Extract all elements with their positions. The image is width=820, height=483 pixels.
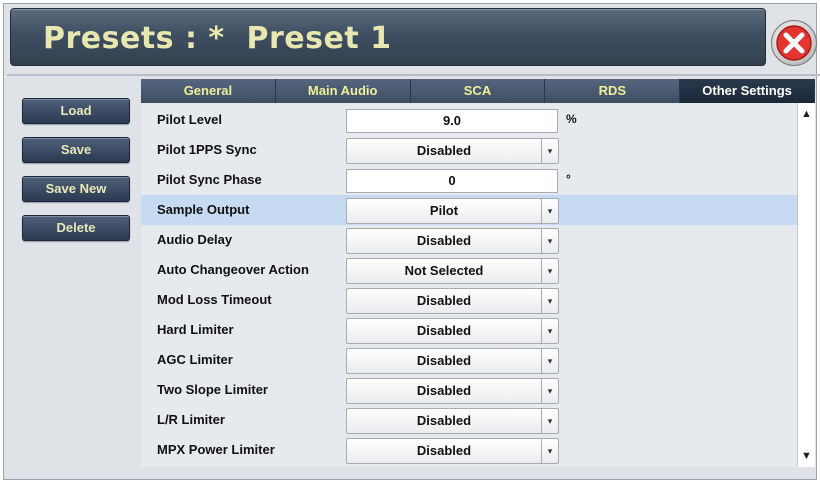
load-button[interactable]: Load (22, 98, 130, 124)
chevron-down-icon: ▾ (541, 409, 558, 433)
save-new-button[interactable]: Save New (22, 176, 130, 202)
row-pilot-sync-phase: Pilot Sync Phase 0 ° (141, 165, 797, 195)
tab-sca[interactable]: SCA (410, 79, 546, 103)
agc-limiter-select[interactable]: Disabled ▾ (346, 348, 559, 374)
select-value: Disabled (416, 413, 472, 428)
row-agc-limiter: AGC Limiter Disabled ▾ (141, 345, 797, 375)
row-label: MPX Power Limiter (157, 442, 275, 457)
chevron-down-icon: ▾ (541, 289, 558, 313)
scroll-up-icon[interactable]: ▲ (798, 105, 815, 123)
pilot-1pps-sync-select[interactable]: Disabled ▾ (346, 138, 559, 164)
row-mod-loss-timeout: Mod Loss Timeout Disabled ▾ (141, 285, 797, 315)
row-pilot-1pps-sync: Pilot 1PPS Sync Disabled ▾ (141, 135, 797, 165)
row-hard-limiter: Hard Limiter Disabled ▾ (141, 315, 797, 345)
row-label: Pilot Level (157, 112, 223, 127)
save-button[interactable]: Save (22, 137, 130, 163)
chevron-down-icon: ▾ (541, 439, 558, 463)
select-value: Disabled (416, 353, 472, 368)
tab-rds[interactable]: RDS (545, 79, 681, 103)
chevron-down-icon: ▾ (541, 229, 558, 253)
select-value: Pilot (429, 203, 459, 218)
unit-label: ° (566, 172, 571, 186)
row-sample-output: Sample Output Pilot ▾ (141, 195, 797, 225)
chevron-down-icon: ▾ (541, 379, 558, 403)
close-button[interactable] (771, 20, 817, 66)
tab-other-settings[interactable]: Other Settings (680, 79, 815, 103)
two-slope-limiter-select[interactable]: Disabled ▾ (346, 378, 559, 404)
pilot-sync-phase-input[interactable]: 0 (346, 169, 558, 193)
row-two-slope-limiter: Two Slope Limiter Disabled ▾ (141, 375, 797, 405)
row-lr-limiter: L/R Limiter Disabled ▾ (141, 405, 797, 435)
select-value: Disabled (416, 143, 472, 158)
row-label: Mod Loss Timeout (157, 292, 272, 307)
row-label: Hard Limiter (157, 322, 234, 337)
select-value: Disabled (416, 323, 472, 338)
select-value: Disabled (416, 383, 472, 398)
select-value: Not Selected (404, 263, 484, 278)
auto-changeover-action-select[interactable]: Not Selected ▾ (346, 258, 559, 284)
tab-general[interactable]: General (141, 79, 276, 103)
row-label: AGC Limiter (157, 352, 233, 367)
lr-limiter-select[interactable]: Disabled ▾ (346, 408, 559, 434)
row-label: Pilot 1PPS Sync (157, 142, 257, 157)
tab-main-audio[interactable]: Main Audio (275, 79, 411, 103)
row-label: Pilot Sync Phase (157, 172, 262, 187)
select-value: Disabled (416, 443, 472, 458)
mod-loss-timeout-select[interactable]: Disabled ▾ (346, 288, 559, 314)
chevron-down-icon: ▾ (541, 319, 558, 343)
row-label: Two Slope Limiter (157, 382, 268, 397)
chevron-down-icon: ▾ (541, 349, 558, 373)
row-pilot-level: Pilot Level 9.0 % (141, 105, 797, 135)
row-auto-changeover-action: Auto Changeover Action Not Selected ▾ (141, 255, 797, 285)
mpx-power-limiter-select[interactable]: Disabled ▾ (346, 438, 559, 464)
pilot-level-input[interactable]: 9.0 (346, 109, 558, 133)
row-label: Audio Delay (157, 232, 233, 247)
delete-button[interactable]: Delete (22, 215, 130, 241)
hard-limiter-select[interactable]: Disabled ▾ (346, 318, 559, 344)
row-label: Auto Changeover Action (157, 262, 309, 277)
sample-output-select[interactable]: Pilot ▾ (346, 198, 559, 224)
vertical-scrollbar[interactable]: ▲ ▼ (797, 103, 815, 467)
row-label: Sample Output (157, 202, 250, 217)
chevron-down-icon: ▾ (541, 259, 558, 283)
row-label: L/R Limiter (157, 412, 225, 427)
select-value: Disabled (416, 233, 472, 248)
divider (7, 74, 820, 76)
scroll-down-icon[interactable]: ▼ (798, 447, 815, 465)
select-value: Disabled (416, 293, 472, 308)
chevron-down-icon: ▾ (541, 199, 558, 223)
page-title: Presets : * Preset 1 (43, 21, 392, 56)
tab-bar: General Main Audio SCA RDS Other Setting… (141, 79, 815, 103)
unit-label: % (566, 112, 577, 126)
row-audio-delay: Audio Delay Disabled ▾ (141, 225, 797, 255)
title-bar: Presets : * Preset 1 (10, 8, 766, 66)
settings-panel: Pilot Level 9.0 % Pilot 1PPS Sync Disabl… (141, 103, 797, 467)
audio-delay-select[interactable]: Disabled ▾ (346, 228, 559, 254)
row-mpx-power-limiter: MPX Power Limiter Disabled ▾ (141, 435, 797, 465)
scroll-track[interactable] (800, 125, 813, 445)
chevron-down-icon: ▾ (541, 139, 558, 163)
